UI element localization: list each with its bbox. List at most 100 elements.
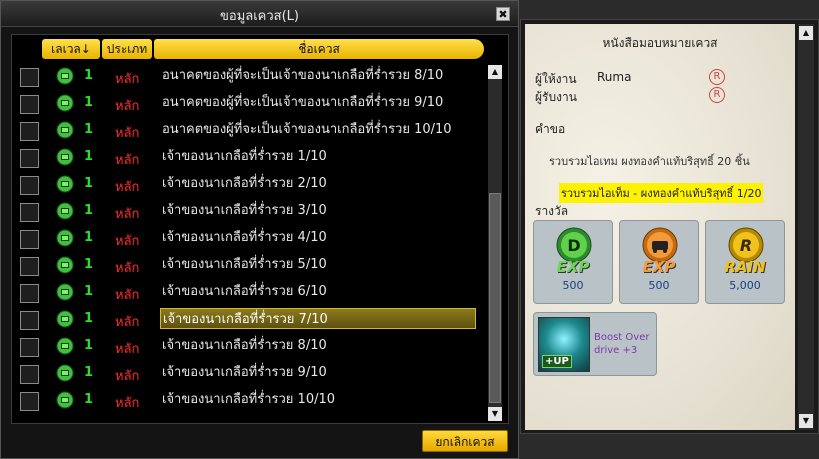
quest-type: หลัก (115, 72, 140, 87)
quest-name[interactable]: เจ้าของนาเกลือที่ร่ำรวย 2/10 (160, 173, 476, 194)
quest-paper: หนังสือมอบหมายเควส ผู้ให้งาน Ruma R ผู้ร… (525, 24, 795, 430)
quest-type: หลัก (115, 180, 140, 195)
quest-row[interactable]: 1 หลัก อนาคตของผู้ที่จะเป็นเจ้าของนาเกลื… (12, 63, 484, 90)
scroll-up-button[interactable]: ▲ (488, 65, 502, 79)
quest-type: หลัก (115, 261, 140, 276)
quest-level: 1 (84, 203, 94, 218)
quest-row[interactable]: 1 หลัก เจ้าของนาเกลือที่ร่ำรวย 5/10 (12, 252, 484, 279)
quest-name[interactable]: เจ้าของนาเกลือที่ร่ำรวย 3/10 (160, 200, 476, 221)
quest-name[interactable]: เจ้าของนาเกลือที่ร่ำรวย 5/10 (160, 254, 476, 275)
quest-level: 1 (84, 68, 94, 83)
quest-level: 1 (84, 230, 94, 245)
quest-checkbox[interactable] (20, 176, 39, 195)
quest-row[interactable]: 1 หลัก เจ้าของนาเกลือที่ร่ำรวย 6/10 (12, 279, 484, 306)
level-badge-icon (56, 364, 74, 382)
giver-label: ผู้ให้งาน (535, 72, 577, 86)
quest-type: หลัก (115, 396, 140, 411)
quest-info-window: ขอมูลเควส(L) ✖ เลเวล↓ ประเภท ชื่อเควส 1 … (0, 0, 519, 459)
detail-scroll-down-button[interactable]: ▼ (799, 414, 813, 428)
quest-checkbox[interactable] (20, 149, 39, 168)
paper-title: หนังสือมอบหมายเควส (602, 36, 718, 50)
quest-checkbox[interactable] (20, 257, 39, 276)
quest-name[interactable]: อนาคตของผู้ที่จะเป็นเจ้าของนาเกลือที่ร่ำ… (160, 119, 476, 140)
svg-text:R: R (740, 236, 752, 255)
level-badge-icon (56, 175, 74, 193)
reward-driver-exp[interactable]: D EXP 500 (533, 220, 613, 304)
quest-rows: 1 หลัก อนาคตของผู้ที่จะเป็นเจ้าของนาเกลื… (12, 63, 484, 414)
quest-type: หลัก (115, 207, 140, 222)
quest-row[interactable]: 1 หลัก เจ้าของนาเกลือที่ร่ำรวย 8/10 (12, 333, 484, 360)
level-badge-icon (56, 148, 74, 166)
level-badge-icon (56, 391, 74, 409)
quest-list-scrollbar[interactable]: ▲ ▼ (488, 65, 502, 421)
reward-value: 500 (562, 279, 584, 292)
quest-checkbox[interactable] (20, 122, 39, 141)
title-bar[interactable]: ขอมูลเควส(L) ✖ (1, 1, 518, 27)
quest-name[interactable]: เจ้าของนาเกลือที่ร่ำรวย 1/10 (160, 146, 476, 167)
quest-type: หลัก (115, 315, 140, 330)
quest-name[interactable]: เจ้าของนาเกลือที่ร่ำรวย 6/10 (160, 281, 476, 302)
detail-scrollbar[interactable]: ▲ ▼ (798, 24, 814, 430)
reward-car-exp[interactable]: EXP 500 (619, 220, 699, 304)
level-badge-icon (56, 283, 74, 301)
reward-word: RAIN (724, 258, 766, 276)
boost-item-icon: +UP (538, 317, 590, 372)
quest-name[interactable]: เจ้าของนาเกลือที่ร่ำรวย 7/10 (160, 308, 476, 329)
quest-name[interactable]: เจ้าของนาเกลือที่ร่ำรวย 8/10 (160, 335, 476, 356)
quest-list-panel: เลเวล↓ ประเภท ชื่อเควส 1 หลัก อนาคตของผู… (11, 34, 509, 424)
quest-row[interactable]: 1 หลัก เจ้าของนาเกลือที่ร่ำรวย 4/10 (12, 225, 484, 252)
quest-level: 1 (84, 149, 94, 164)
quest-row[interactable]: 1 หลัก อนาคตของผู้ที่จะเป็นเจ้าของนาเกลื… (12, 90, 484, 117)
giver-value: Ruma (597, 70, 632, 84)
quest-row[interactable]: 1 หลัก เจ้าของนาเกลือที่ร่ำรวย 9/10 (12, 360, 484, 387)
item-name: Boost Over drive +3 (594, 332, 650, 356)
quest-type: หลัก (115, 99, 140, 114)
quest-checkbox[interactable] (20, 338, 39, 357)
reward-item[interactable]: +UP Boost Over drive +3 (533, 312, 657, 376)
quest-checkbox[interactable] (20, 68, 39, 87)
reward-value: 5,000 (729, 279, 761, 292)
close-button[interactable]: ✖ (496, 7, 510, 21)
window-title: ขอมูลเควส(L) (220, 9, 299, 24)
quest-checkbox[interactable] (20, 392, 39, 411)
quest-row[interactable]: 1 หลัก อนาคตของผู้ที่จะเป็นเจ้าของนาเกลื… (12, 117, 484, 144)
quest-type: หลัก (115, 288, 140, 303)
scroll-down-button[interactable]: ▼ (488, 407, 502, 421)
quest-row[interactable]: 1 หลัก เจ้าของนาเกลือที่ร่ำรวย 2/10 (12, 171, 484, 198)
quest-type: หลัก (115, 126, 140, 141)
detail-scroll-up-button[interactable]: ▲ (799, 26, 813, 40)
reward-rain[interactable]: R RAIN 5,000 (705, 220, 785, 304)
quest-level: 1 (84, 338, 94, 353)
quest-row[interactable]: 1 หลัก เจ้าของนาเกลือที่ร่ำรวย 7/10 (12, 306, 484, 333)
quest-checkbox[interactable] (20, 365, 39, 384)
quest-name[interactable]: เจ้าของนาเกลือที่ร่ำรวย 9/10 (160, 362, 476, 383)
level-badge-icon (56, 67, 74, 85)
quest-name[interactable]: เจ้าของนาเกลือที่ร่ำรวย 4/10 (160, 227, 476, 248)
quest-checkbox[interactable] (20, 230, 39, 249)
quest-checkbox[interactable] (20, 203, 39, 222)
scroll-thumb[interactable] (489, 193, 501, 403)
quest-checkbox[interactable] (20, 95, 39, 114)
header-level[interactable]: เลเวล↓ (42, 39, 100, 59)
request-progress: รวบรวมไอเท็ม - ผงทองคำแท้บริสุทธิ์ 1/20 (559, 183, 764, 203)
svg-text:D: D (567, 236, 580, 255)
level-badge-icon (56, 94, 74, 112)
level-badge-icon (56, 229, 74, 247)
quest-row[interactable]: 1 หลัก เจ้าของนาเกลือที่ร่ำรวย 10/10 (12, 387, 484, 414)
cancel-quest-button[interactable]: ยกเลิกเควส (422, 430, 508, 452)
quest-name[interactable]: อนาคตของผู้ที่จะเป็นเจ้าของนาเกลือที่ร่ำ… (160, 65, 476, 86)
receiver-mark-icon: R (709, 87, 725, 103)
quest-checkbox[interactable] (20, 284, 39, 303)
quest-row[interactable]: 1 หลัก เจ้าของนาเกลือที่ร่ำรวย 3/10 (12, 198, 484, 225)
reward-word: EXP (556, 258, 590, 276)
quest-list-header: เลเวล↓ ประเภท ชื่อเควส (42, 39, 484, 59)
quest-level: 1 (84, 176, 94, 191)
quest-row[interactable]: 1 หลัก เจ้าของนาเกลือที่ร่ำรวย 1/10 (12, 144, 484, 171)
header-quest-name[interactable]: ชื่อเควส (154, 39, 484, 59)
quest-level: 1 (84, 95, 94, 110)
quest-name[interactable]: อนาคตของผู้ที่จะเป็นเจ้าของนาเกลือที่ร่ำ… (160, 92, 476, 113)
quest-checkbox[interactable] (20, 311, 39, 330)
quest-type: หลัก (115, 153, 140, 168)
header-type[interactable]: ประเภท (102, 39, 152, 59)
quest-name[interactable]: เจ้าของนาเกลือที่ร่ำรวย 10/10 (160, 389, 476, 410)
